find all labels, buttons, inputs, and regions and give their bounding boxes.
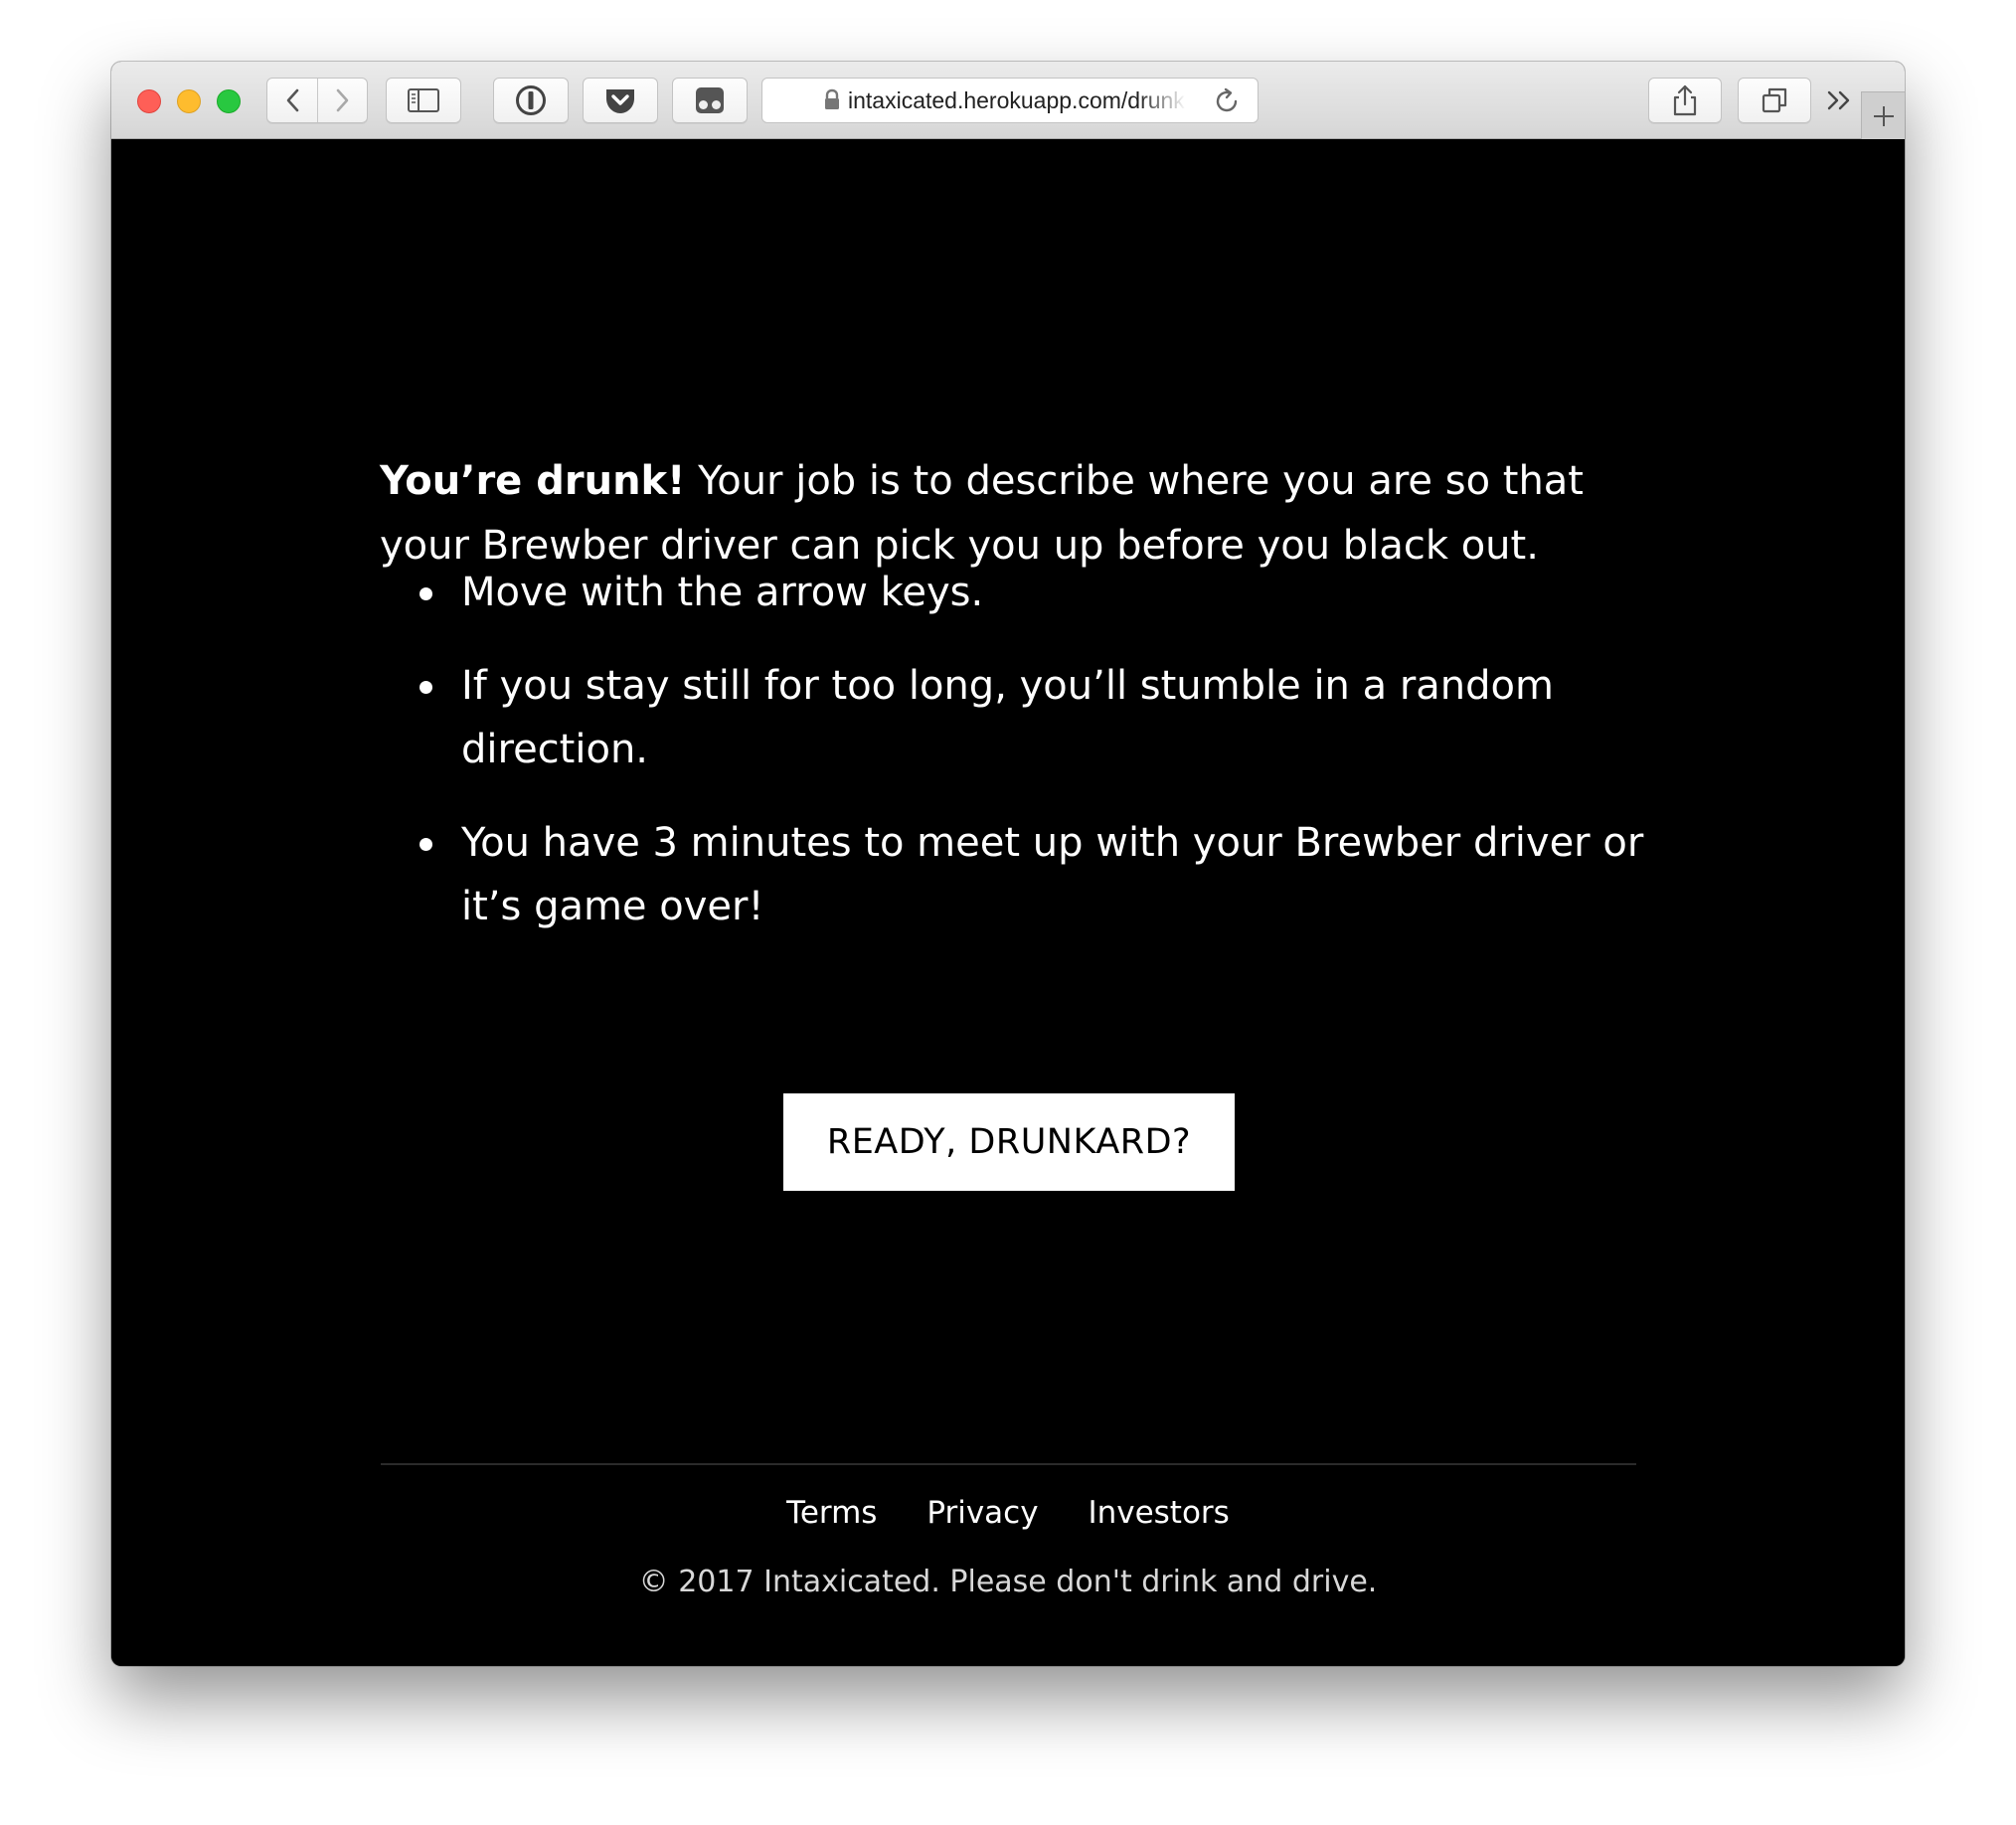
rule-item: If you stay still for too long, you’ll s…: [380, 654, 1712, 781]
double-chevron-right-icon[interactable]: [1821, 85, 1857, 115]
sidebar-button[interactable]: [386, 78, 461, 123]
minimize-window-button[interactable]: [177, 89, 201, 113]
footer-links: Terms Privacy Investors: [111, 1493, 1905, 1533]
address-bar[interactable]: intaxicated.herokuapp.com/drunk: [761, 78, 1259, 123]
sidebar-icon: [408, 88, 439, 112]
tab-overview-button[interactable]: [1738, 78, 1811, 123]
plus-icon: [1874, 106, 1894, 126]
browser-window: intaxicated.herokuapp.com/drunk You’re d…: [111, 62, 1905, 1666]
browser-toolbar: intaxicated.herokuapp.com/drunk: [111, 62, 1905, 139]
ghostery-button[interactable]: [672, 78, 748, 123]
investors-link[interactable]: Investors: [1088, 1495, 1229, 1531]
share-icon: [1673, 84, 1697, 116]
back-button[interactable]: [267, 79, 317, 122]
chevron-right-icon: [336, 88, 349, 112]
intro-headline: You’re drunk!: [380, 458, 686, 504]
reload-icon: [1216, 87, 1238, 112]
navigation-buttons: [266, 78, 368, 123]
rules-list: Move with the arrow keys. If you stay st…: [380, 561, 1712, 968]
password-manager-button[interactable]: [493, 78, 569, 123]
rule-item: Move with the arrow keys.: [380, 561, 1712, 624]
pocket-icon: [606, 89, 634, 113]
privacy-link[interactable]: Privacy: [926, 1495, 1038, 1531]
intro-paragraph: You’re drunk! Your job is to describe wh…: [380, 449, 1642, 579]
ghost-icon: [696, 87, 724, 113]
terms-link[interactable]: Terms: [786, 1495, 877, 1531]
close-window-button[interactable]: [137, 89, 161, 113]
chevron-left-icon: [286, 88, 299, 112]
maximize-window-button[interactable]: [217, 89, 241, 113]
lock-icon: [825, 88, 839, 109]
ready-button[interactable]: READY, DRUNKARD?: [783, 1093, 1235, 1191]
pocket-button[interactable]: [583, 78, 658, 123]
footer-divider: [381, 1463, 1636, 1465]
rule-item: You have 3 minutes to meet up with your …: [380, 811, 1712, 938]
reload-button[interactable]: [1210, 84, 1244, 118]
forward-button[interactable]: [318, 79, 368, 122]
share-button[interactable]: [1648, 78, 1722, 123]
page-content: You’re drunk! Your job is to describe wh…: [111, 139, 1905, 1666]
tab-overview-icon: [1762, 87, 1787, 113]
new-tab-button[interactable]: [1861, 91, 1905, 139]
1password-icon: [516, 85, 546, 115]
copyright-text: © 2017 Intaxicated. Please don't drink a…: [638, 1565, 1378, 1599]
url-text: intaxicated.herokuapp.com/drunk: [848, 87, 1185, 113]
